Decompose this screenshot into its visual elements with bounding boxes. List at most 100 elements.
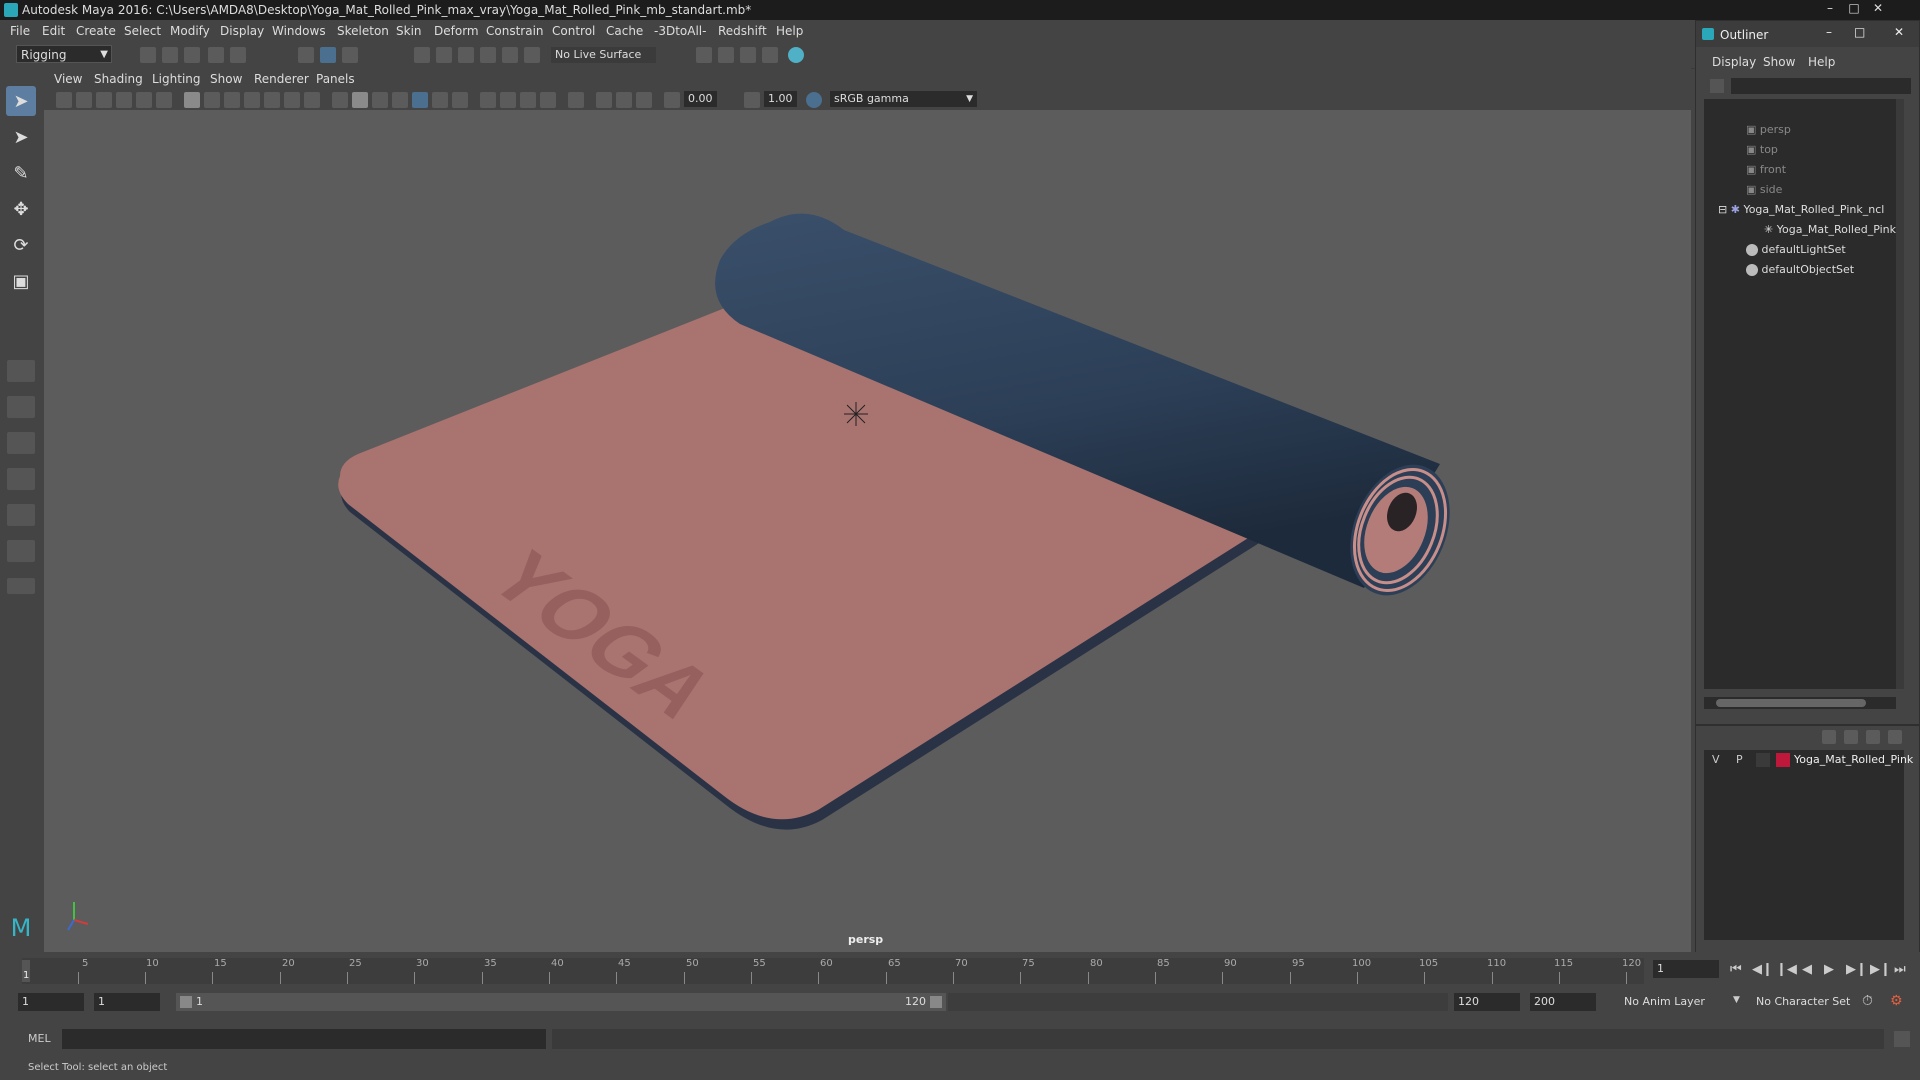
outliner-item-default-object-set[interactable]: defaultObjectSet xyxy=(1746,263,1854,276)
color-management-icon[interactable] xyxy=(806,92,822,108)
vp-menu-view[interactable]: View xyxy=(54,72,82,86)
auto-key-icon[interactable]: ⏱ xyxy=(1862,993,1873,1009)
shadows-icon[interactable] xyxy=(452,92,468,108)
step-forward-frame-icon[interactable]: ▶❙ xyxy=(1870,962,1891,977)
outliner-maximize-button[interactable]: □ xyxy=(1854,25,1865,39)
resolution-gate-icon[interactable] xyxy=(224,92,240,108)
vp-menu-show[interactable]: Show xyxy=(210,72,242,86)
field-chart-icon[interactable] xyxy=(264,92,280,108)
step-forward-key-icon[interactable]: ▶❙ xyxy=(1846,962,1867,977)
layer-color-swatch[interactable] xyxy=(1776,753,1790,767)
menu-deform[interactable]: Deform xyxy=(434,24,479,38)
outliner-menu-help[interactable]: Help xyxy=(1808,55,1835,69)
menu-cache[interactable]: Cache xyxy=(606,24,643,38)
move-layer-down-icon[interactable] xyxy=(1844,730,1858,744)
menu-3dtoall[interactable]: -3DtoAll- xyxy=(654,24,706,38)
outliner-item-top[interactable]: ▣ top xyxy=(1746,143,1778,156)
script-editor-icon[interactable] xyxy=(1894,1031,1910,1047)
menu-help[interactable]: Help xyxy=(776,24,803,38)
move-tool-icon[interactable]: ✥ xyxy=(6,194,36,224)
preferences-icon[interactable]: ⚙ xyxy=(1890,993,1903,1009)
menu-constrain[interactable]: Constrain xyxy=(486,24,544,38)
multisample-aa-icon[interactable] xyxy=(520,92,536,108)
outliner-search-input[interactable] xyxy=(1731,78,1911,94)
command-language-label[interactable]: MEL xyxy=(28,1032,51,1045)
outliner-item-persp[interactable]: ▣ persp xyxy=(1746,123,1791,136)
menu-control[interactable]: Control xyxy=(552,24,595,38)
make-live-icon[interactable] xyxy=(524,47,540,63)
xray-joints-icon[interactable] xyxy=(636,92,652,108)
new-scene-icon[interactable] xyxy=(140,47,156,63)
outliner-item-front[interactable]: ▣ front xyxy=(1746,163,1786,176)
redo-icon[interactable] xyxy=(230,47,246,63)
menu-modify[interactable]: Modify xyxy=(170,24,210,38)
perspective-viewport[interactable]: YOGA persp xyxy=(44,110,1691,952)
collapse-icon[interactable]: ⊟ xyxy=(1718,203,1727,216)
menu-edit[interactable]: Edit xyxy=(42,24,65,38)
outliner-scroll-thumb[interactable] xyxy=(1716,699,1866,707)
undo-icon[interactable] xyxy=(208,47,224,63)
vp-menu-panels[interactable]: Panels xyxy=(316,72,355,86)
snap-point-icon[interactable] xyxy=(458,47,474,63)
exposure-icon[interactable] xyxy=(664,92,680,108)
outliner-item-ncl[interactable]: ⊟ ✱ Yoga_Mat_Rolled_Pink_ncl xyxy=(1718,203,1884,216)
grid-icon[interactable] xyxy=(184,92,200,108)
vp-menu-renderer[interactable]: Renderer xyxy=(254,72,309,86)
outliner-item-default-light-set[interactable]: defaultLightSet xyxy=(1746,243,1846,256)
range-slider[interactable]: 1 120 xyxy=(176,993,946,1011)
current-frame-field[interactable]: 1 xyxy=(1653,960,1719,978)
snap-live-icon[interactable] xyxy=(502,47,518,63)
menu-windows[interactable]: Windows xyxy=(272,24,326,38)
vp-menu-shading[interactable]: Shading xyxy=(94,72,143,86)
close-button[interactable]: ✕ xyxy=(1866,0,1890,18)
safe-action-icon[interactable] xyxy=(284,92,300,108)
film-gate-icon[interactable] xyxy=(204,92,220,108)
xray-active-icon[interactable] xyxy=(616,92,632,108)
range-start-handle[interactable] xyxy=(180,996,192,1008)
outliner-close-button[interactable]: ✕ xyxy=(1894,25,1904,39)
playback-start-field[interactable]: 1 xyxy=(94,993,160,1011)
camera-select-icon[interactable] xyxy=(56,92,72,108)
gamma-icon[interactable] xyxy=(744,92,760,108)
four-view-layout-icon[interactable] xyxy=(7,396,35,418)
use-all-lights-icon[interactable] xyxy=(432,92,448,108)
hypershade-icon[interactable] xyxy=(788,47,804,63)
select-objects-icon[interactable] xyxy=(320,47,336,63)
single-perspective-layout-icon[interactable] xyxy=(7,360,35,382)
render-view-icon[interactable] xyxy=(718,47,734,63)
2d-pan-zoom-icon[interactable] xyxy=(136,92,152,108)
anim-layer-dropdown[interactable]: No Anim Layer xyxy=(1620,993,1738,1011)
outliner-filter-icon[interactable] xyxy=(1710,79,1724,93)
outliner-item-side[interactable]: ▣ side xyxy=(1746,183,1782,196)
hypershade-layout-icon[interactable] xyxy=(7,504,35,526)
smooth-shade-icon[interactable] xyxy=(352,92,368,108)
gamma-field[interactable]: 1.00 xyxy=(764,91,797,107)
outliner-minimize-button[interactable]: – xyxy=(1826,25,1832,39)
range-end-handle[interactable] xyxy=(930,996,942,1008)
select-hierarchy-icon[interactable] xyxy=(298,47,314,63)
new-layer-selected-icon[interactable] xyxy=(1888,730,1902,744)
time-slider[interactable]: 5 10 15 20 25 30 35 40 45 50 55 60 65 70… xyxy=(0,952,1920,985)
menu-select[interactable]: Select xyxy=(124,24,161,38)
gate-mask-icon[interactable] xyxy=(244,92,260,108)
motion-blur-icon[interactable] xyxy=(500,92,516,108)
select-components-icon[interactable] xyxy=(342,47,358,63)
grease-pencil-icon[interactable] xyxy=(156,92,172,108)
layer-visibility-toggle[interactable]: V xyxy=(1712,753,1720,766)
save-scene-icon[interactable] xyxy=(184,47,200,63)
vp-menu-lighting[interactable]: Lighting xyxy=(152,72,201,86)
image-plane-icon[interactable] xyxy=(116,92,132,108)
snap-view-plane-icon[interactable] xyxy=(480,47,496,63)
menu-redshift[interactable]: Redshift xyxy=(718,24,767,38)
rotate-tool-icon[interactable]: ⟳ xyxy=(6,230,36,260)
menu-set-selector[interactable]: Rigging ▼ xyxy=(16,45,112,63)
layer-playback-toggle[interactable]: P xyxy=(1736,753,1743,766)
play-backwards-icon[interactable]: ◀ xyxy=(1802,962,1812,977)
bookmark-icon[interactable] xyxy=(96,92,112,108)
outliner-menu-display[interactable]: Display xyxy=(1712,55,1756,69)
new-layer-icon[interactable] xyxy=(1866,730,1880,744)
playback-end-field[interactable]: 120 xyxy=(1454,993,1520,1011)
menu-create[interactable]: Create xyxy=(76,24,116,38)
snap-grid-icon[interactable] xyxy=(414,47,430,63)
render-current-icon[interactable] xyxy=(740,47,756,63)
